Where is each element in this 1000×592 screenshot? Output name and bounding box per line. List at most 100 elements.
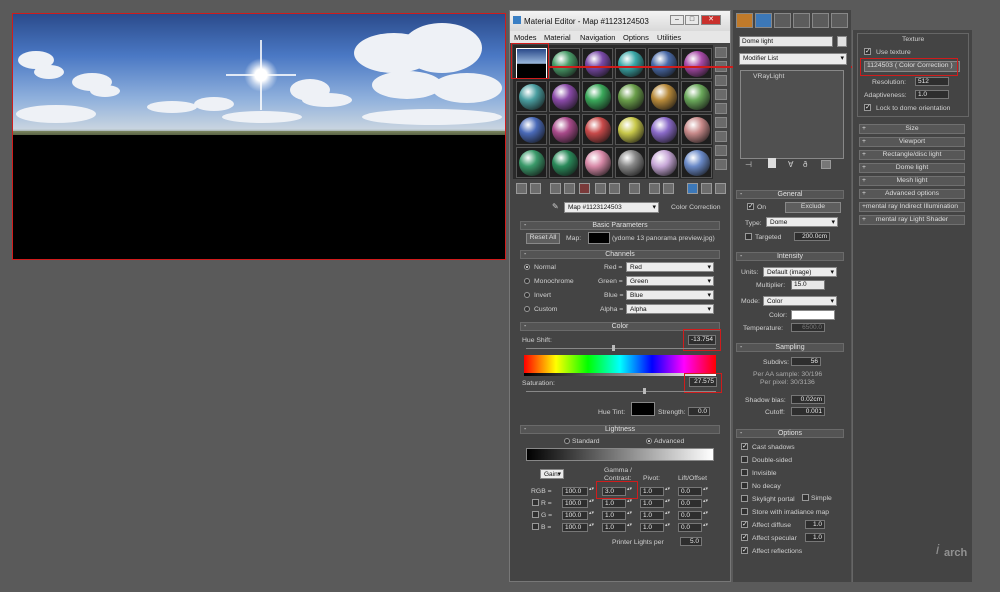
lightness-gamma-field[interactable]: 3.0 (602, 487, 626, 496)
option-checkbox[interactable]: ✓ (741, 521, 748, 528)
rollout-mental-ray-light-shader[interactable]: + mental ray Light Shader (859, 215, 965, 225)
material-slot[interactable] (615, 48, 646, 79)
hue-shift-slider[interactable] (526, 348, 716, 349)
spinner-icon[interactable]: ▴▾ (703, 523, 708, 532)
material-slot[interactable] (681, 114, 712, 145)
targeted-checkbox[interactable] (745, 233, 752, 240)
map-name-dropdown[interactable]: Map #1123124503 (564, 202, 659, 213)
spinner-icon[interactable]: ▴▾ (589, 523, 594, 532)
color-rollout[interactable]: - Color (520, 322, 720, 331)
channel-dropdown[interactable]: Red (626, 262, 714, 272)
lightness-gamma-field[interactable]: 1.0 (602, 511, 626, 520)
resolution-field[interactable]: 512 (915, 77, 949, 86)
material-slot[interactable] (615, 147, 646, 178)
video-color-check-icon[interactable] (715, 103, 727, 114)
spinner-icon[interactable]: ▴▾ (589, 511, 594, 520)
option-checkbox[interactable] (741, 508, 748, 515)
sample-uv-tiling-icon[interactable] (715, 89, 727, 100)
spinner-icon[interactable]: ▴▾ (665, 511, 670, 520)
lightness-lift-field[interactable]: 0.0 (678, 511, 702, 520)
spinner-icon[interactable]: ▴▾ (627, 511, 632, 520)
make-unique-stack-icon[interactable]: ∀ (788, 160, 793, 169)
spinner-icon[interactable]: ▴▾ (703, 511, 708, 520)
spinner-icon[interactable]: ▴▾ (627, 487, 632, 496)
material-slot[interactable] (549, 147, 580, 178)
go-to-parent-icon[interactable] (687, 183, 698, 194)
material-slot[interactable] (681, 81, 712, 112)
channel-mode-radio[interactable] (524, 278, 530, 284)
temperature-field[interactable]: 6500.0 (791, 323, 825, 332)
object-color-swatch[interactable] (837, 36, 847, 47)
on-checkbox[interactable]: ✓ (747, 203, 754, 210)
lightness-gamma-field[interactable]: 1.0 (602, 499, 626, 508)
sample-type-icon[interactable] (715, 47, 727, 58)
maximize-button[interactable]: □ (685, 15, 699, 25)
option-checkbox[interactable] (741, 482, 748, 489)
lightness-gamma-field[interactable]: 1.0 (602, 523, 626, 532)
stack-item-vraylight[interactable]: VRayLight (753, 73, 784, 80)
show-end-result-toggle-icon[interactable] (768, 158, 776, 168)
units-dropdown[interactable]: Default (image) (763, 267, 837, 277)
advanced-radio[interactable] (646, 438, 652, 444)
channel-enable-checkbox[interactable] (532, 511, 539, 518)
mode-dropdown[interactable]: Color (763, 296, 837, 306)
standard-radio[interactable] (564, 438, 570, 444)
lightness-gain-field[interactable]: 100.0 (562, 487, 588, 496)
option-checkbox[interactable]: ✓ (741, 534, 748, 541)
printer-lights-field[interactable]: 5.0 (680, 537, 702, 546)
pin-stack-icon[interactable]: ⊣ (745, 160, 752, 169)
channel-enable-checkbox[interactable] (532, 499, 539, 506)
intensity-rollout[interactable]: - Intensity (736, 252, 844, 261)
utilities-tab-icon[interactable] (831, 13, 848, 28)
channel-enable-checkbox[interactable] (532, 523, 539, 530)
adaptiveness-field[interactable]: 1.0 (915, 90, 949, 99)
reset-all-button[interactable]: Reset All (526, 233, 560, 244)
material-id-channel-icon[interactable] (629, 183, 640, 194)
rollout-dome-light[interactable]: + Dome light (859, 163, 965, 173)
material-slot[interactable] (648, 48, 679, 79)
light-color-swatch[interactable] (791, 310, 835, 320)
material-slot[interactable] (549, 114, 580, 145)
lightness-pivot-field[interactable]: 1.0 (640, 487, 664, 496)
object-name-field[interactable]: Dome light (739, 36, 833, 47)
make-preview-icon[interactable] (715, 117, 727, 128)
saturation-slider[interactable] (526, 391, 716, 392)
spinner-icon[interactable]: ▴▾ (665, 523, 670, 532)
window-title-bar[interactable]: Material Editor - Map #1123124503 – □ ✕ (510, 11, 730, 31)
put-to-scene-icon[interactable] (530, 183, 541, 194)
material-slot[interactable] (648, 114, 679, 145)
material-slot[interactable] (516, 81, 547, 112)
option-checkbox[interactable]: ✓ (741, 547, 748, 554)
channel-mode-radio[interactable] (524, 306, 530, 312)
map-file-button[interactable]: (ydome 13 panorama preview.jpg) (612, 235, 715, 242)
material-slot[interactable] (615, 114, 646, 145)
rollout-advanced-options[interactable]: + Advanced options (859, 189, 965, 199)
lightness-gain-field[interactable]: 100.0 (562, 511, 588, 520)
menu-utilities[interactable]: Utilities (657, 33, 681, 42)
saturation-field[interactable]: 27.575 (689, 377, 717, 387)
spinner-icon[interactable]: ▴▾ (665, 487, 670, 496)
strength-field[interactable]: 0.0 (688, 407, 710, 416)
material-slot[interactable] (549, 81, 580, 112)
hue-tint-swatch[interactable] (631, 402, 655, 416)
reset-map-icon[interactable] (564, 183, 575, 194)
use-texture-checkbox[interactable]: ✓ (864, 48, 871, 55)
sampling-rollout[interactable]: - Sampling (736, 343, 844, 352)
hierarchy-tab-icon[interactable] (774, 13, 791, 28)
type-dropdown[interactable]: Dome (766, 217, 838, 227)
material-slot[interactable] (681, 48, 712, 79)
lightness-lift-field[interactable]: 0.0 (678, 487, 702, 496)
material-slot[interactable] (582, 48, 613, 79)
cutoff-field[interactable]: 0.001 (791, 407, 825, 416)
rollout-mesh-light[interactable]: + Mesh light (859, 176, 965, 186)
gain-mode-dropdown[interactable]: Gain: (540, 469, 564, 479)
modifier-list-dropdown[interactable]: Modifier List (739, 53, 847, 65)
spinner-icon[interactable]: ▴▾ (627, 523, 632, 532)
spinner-icon[interactable]: ▴▾ (627, 499, 632, 508)
lightness-pivot-field[interactable]: 1.0 (640, 511, 664, 520)
display-tab-icon[interactable] (812, 13, 829, 28)
rollout-mental-ray-indirect-illumination[interactable]: + mental ray Indirect Illumination (859, 202, 965, 212)
lock-dome-checkbox[interactable]: ✓ (864, 104, 871, 111)
show-end-result-icon[interactable] (663, 183, 674, 194)
material-slot[interactable] (582, 114, 613, 145)
